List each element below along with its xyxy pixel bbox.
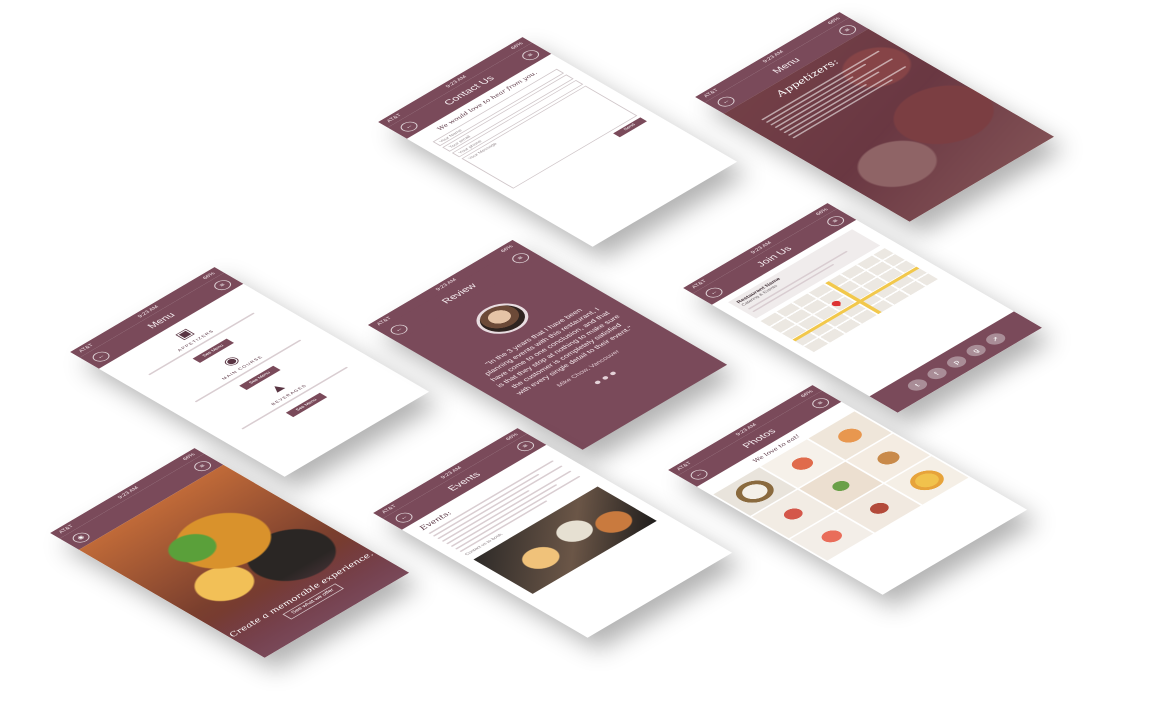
home-screen: AT&T 9:23 AM 66% ◉ ≡ Create a memorable … bbox=[50, 448, 410, 658]
menu-icon[interactable]: ≡ bbox=[508, 251, 533, 266]
pinterest-icon[interactable]: p bbox=[942, 354, 970, 370]
menu-list-screen: AT&T 9:23 AM 66% ← Menu ≡ ▣ APPETIZERS S… bbox=[70, 267, 430, 477]
join-us-screen: AT&T 9:23 AM 66% ← Join Us ≡ Restaurant … bbox=[683, 203, 1043, 413]
menu-icon[interactable]: ≡ bbox=[210, 278, 235, 293]
review-screen: AT&T 9:23 AM 66% ← Review ≡ "In the 3 ye… bbox=[368, 240, 728, 450]
mockup-stage: AT&T 9:23 AM 66% ← Contact Us ≡ We would… bbox=[0, 0, 1160, 705]
menu-icon[interactable]: ≡ bbox=[513, 439, 538, 454]
back-arrow-icon[interactable]: ← bbox=[89, 349, 114, 364]
back-arrow-icon[interactable]: ← bbox=[702, 285, 727, 300]
reviewer-avatar bbox=[465, 297, 539, 341]
share-icon[interactable]: ↗ bbox=[981, 331, 1009, 347]
back-arrow-icon[interactable]: ← bbox=[397, 119, 422, 134]
twitter-icon[interactable]: t bbox=[903, 377, 931, 393]
facebook-icon[interactable]: f bbox=[922, 365, 950, 382]
photos-screen: AT&T 9:23 AM 66% ← Photos ≡ We love to e… bbox=[668, 385, 1028, 595]
menu-photo-screen: AT&T 9:23 AM 66% ← Menu ≡ Appetizers: bbox=[695, 12, 1055, 222]
menu-icon[interactable]: ≡ bbox=[518, 48, 543, 63]
menu-icon[interactable]: ≡ bbox=[808, 396, 833, 411]
contact-screen: AT&T 9:23 AM 66% ← Contact Us ≡ We would… bbox=[378, 37, 738, 247]
google-plus-icon[interactable]: g bbox=[961, 342, 989, 359]
back-arrow-icon[interactable]: ← bbox=[387, 322, 412, 337]
back-arrow-icon[interactable]: ← bbox=[687, 467, 712, 482]
events-screen: AT&T 9:23 AM 66% ← Events ≡ Events: Cont… bbox=[373, 428, 733, 638]
social-bar: t f p g ↗ bbox=[869, 311, 1043, 413]
menu-icon[interactable]: ≡ bbox=[823, 214, 848, 229]
back-arrow-icon[interactable]: ← bbox=[392, 510, 417, 525]
map-pin-icon bbox=[831, 300, 842, 307]
